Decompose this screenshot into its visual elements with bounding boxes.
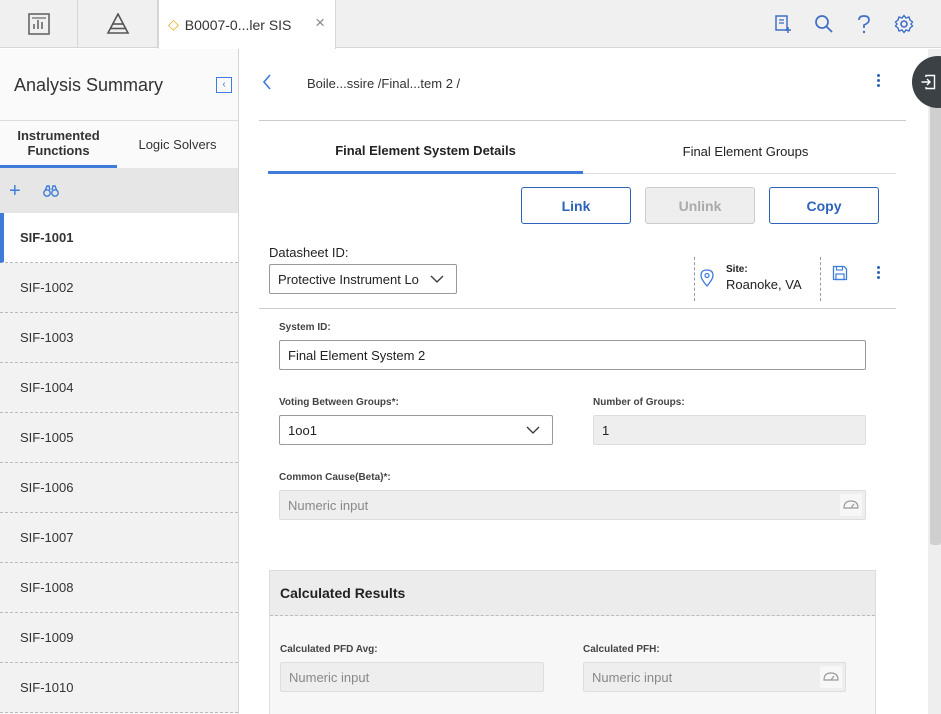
site-label: Site: <box>726 264 748 275</box>
voting-label: Voting Between Groups*: <box>279 397 399 408</box>
datasheet-options-icon[interactable] <box>875 266 881 281</box>
tab-final-element-groups[interactable]: Final Element Groups <box>583 129 908 174</box>
pfh-label: Calculated PFH: <box>583 644 660 655</box>
collapse-panel-button[interactable]: ‹ <box>216 77 232 93</box>
pfh-placeholder: Numeric input <box>592 669 673 685</box>
chevron-left-icon: ‹ <box>222 79 226 90</box>
system-id-value: Final Element System 2 <box>288 347 426 363</box>
top-bar: ◇ B0007-0...ler SIS × <box>0 0 941 49</box>
system-id-input[interactable]: Final Element System 2 <box>279 340 866 370</box>
list-item[interactable]: SIF-1010 <box>0 663 238 713</box>
sign-in-icon <box>921 74 936 90</box>
pfh-input[interactable]: Numeric input <box>583 662 846 692</box>
list-item[interactable]: SIF-1001 <box>0 213 238 263</box>
scrollbar-thumb[interactable] <box>930 100 941 545</box>
pfd-label: Calculated PFD Avg: <box>280 644 378 655</box>
help-icon <box>858 15 870 34</box>
chevron-left-icon <box>262 74 271 90</box>
panel-toolbar: + <box>0 168 238 213</box>
calculator-gauge-icon[interactable] <box>820 666 842 688</box>
sis-diamond-icon: ◇ <box>168 16 179 32</box>
common-cause-placeholder: Numeric input <box>288 497 369 513</box>
panel-title: Analysis Summary <box>14 75 164 95</box>
search-button[interactable] <box>810 10 838 38</box>
datasheet-select[interactable]: Protective Instrument Lo <box>269 264 457 294</box>
chevron-down-icon <box>430 275 444 283</box>
list-item[interactable]: SIF-1009 <box>0 613 238 663</box>
help-button[interactable] <box>850 10 878 38</box>
list-item[interactable]: SIF-1006 <box>0 463 238 513</box>
calculated-results-section: Calculated Results Calculated PFD Avg: N… <box>269 570 876 714</box>
breadcrumb[interactable]: Boile...ssire /Final...tem 2 / <box>307 76 460 91</box>
num-groups-label: Number of Groups: <box>593 397 685 408</box>
dashboard-button[interactable] <box>0 0 78 48</box>
hierarchy-icon <box>106 13 129 34</box>
save-icon[interactable] <box>832 265 848 281</box>
voting-select[interactable]: 1oo1 <box>279 415 553 445</box>
divider <box>259 120 906 121</box>
gear-icon <box>894 14 914 34</box>
datasheet-value: Protective Instrument Lo <box>278 271 419 287</box>
common-cause-label: Common Cause(Beta)*: <box>279 472 391 483</box>
site-value: Roanoke, VA <box>726 277 802 292</box>
detail-tabs: Final Element System Details Final Eleme… <box>268 129 896 174</box>
system-id-label: System ID: <box>279 322 331 333</box>
hierarchy-button[interactable] <box>78 0 158 48</box>
tab-instrumented-functions[interactable]: Instrumented Functions <box>0 121 117 168</box>
divider <box>259 308 896 309</box>
tab-title: B0007-0...ler SIS <box>184 16 292 33</box>
list-item[interactable]: SIF-1004 <box>0 363 238 413</box>
list-item[interactable]: SIF-1007 <box>0 513 238 563</box>
document-add-icon <box>775 15 791 33</box>
copy-button[interactable]: Copy <box>769 187 879 224</box>
record-tab[interactable]: ◇ B0007-0...ler SIS × <box>158 0 336 49</box>
pfd-input[interactable]: Numeric input <box>280 662 544 692</box>
common-cause-input[interactable]: Numeric input <box>279 490 866 520</box>
list-item[interactable]: SIF-1003 <box>0 313 238 363</box>
binoculars-icon[interactable] <box>42 184 59 198</box>
datasheet-label: Datasheet ID: <box>269 245 349 260</box>
panel-tabs: Instrumented Functions Logic Solvers <box>0 120 238 168</box>
location-pin-icon <box>700 269 714 287</box>
more-options-icon[interactable] <box>875 74 881 89</box>
tab-logic-solvers[interactable]: Logic Solvers <box>117 121 238 168</box>
sif-list: SIF-1001 SIF-1002 SIF-1003 SIF-1004 SIF-… <box>0 213 238 713</box>
list-item[interactable]: SIF-1002 <box>0 263 238 313</box>
settings-button[interactable] <box>890 10 918 38</box>
tab-final-element-system-details[interactable]: Final Element System Details <box>268 129 583 174</box>
analysis-summary-panel: Analysis Summary ‹ Instrumented Function… <box>0 49 239 714</box>
tab-close-icon[interactable]: × <box>315 14 325 32</box>
back-button[interactable] <box>262 73 272 96</box>
add-icon[interactable]: + <box>9 181 21 201</box>
chevron-down-icon <box>526 426 540 434</box>
calculator-gauge-icon[interactable] <box>840 494 862 516</box>
link-button[interactable]: Link <box>521 187 631 224</box>
unlink-button[interactable]: Unlink <box>645 187 755 224</box>
new-record-button[interactable] <box>769 10 797 38</box>
dashboard-icon <box>27 13 50 35</box>
calculated-results-title: Calculated Results <box>270 571 875 616</box>
list-item[interactable]: SIF-1005 <box>0 413 238 463</box>
pfd-placeholder: Numeric input <box>289 669 370 685</box>
num-groups-value: 1 <box>602 422 610 438</box>
site-info: Site: Roanoke, VA <box>694 257 821 301</box>
voting-value: 1oo1 <box>288 422 317 438</box>
num-groups-field: 1 <box>593 415 866 445</box>
list-item[interactable]: SIF-1008 <box>0 563 238 613</box>
main-content: Boile...ssire /Final...tem 2 / Final Ele… <box>240 49 941 714</box>
search-icon <box>815 15 833 33</box>
